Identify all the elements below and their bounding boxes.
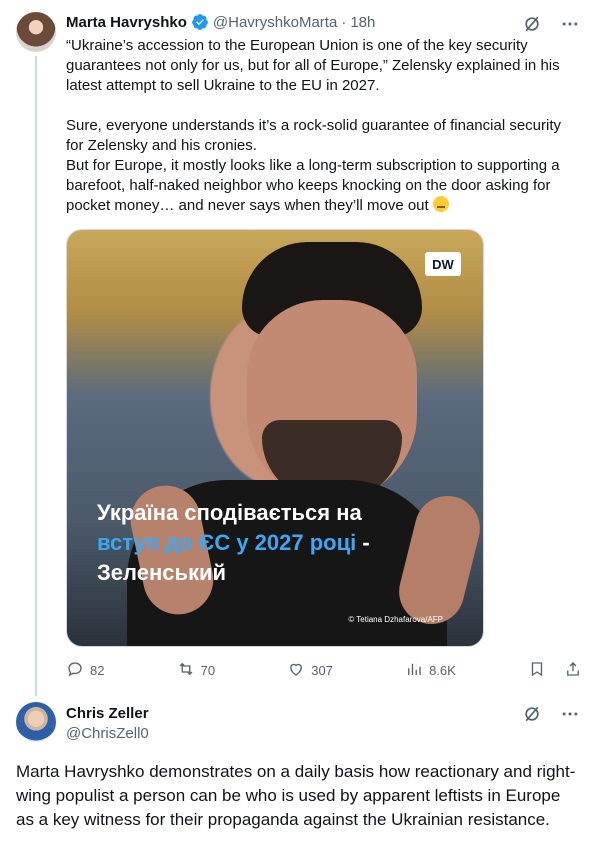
repost-icon xyxy=(177,660,195,681)
separator: · xyxy=(341,13,347,31)
grok-icon[interactable] xyxy=(522,704,542,724)
handle[interactable]: @ChrisZell0 xyxy=(66,724,149,744)
avatar[interactable] xyxy=(16,12,56,52)
timestamp[interactable]: 18h xyxy=(350,14,375,31)
reply-icon xyxy=(66,660,84,681)
tweet-actions-top xyxy=(522,704,580,724)
bookmark-share-group xyxy=(528,660,582,681)
views-icon xyxy=(405,660,423,681)
like-count: 307 xyxy=(311,663,333,678)
repost-count: 70 xyxy=(200,663,216,678)
tweet-actions-top xyxy=(522,14,580,34)
reply-button[interactable]: 82 xyxy=(66,660,104,681)
tweet-media[interactable]: DW Україна сподівається на вступ до ЄС у… xyxy=(66,229,484,647)
tweet-header: Marta Havryshko @HavryshkoMarta · 18h xyxy=(66,13,375,31)
like-button[interactable]: 307 xyxy=(287,660,333,681)
media-headline: Україна сподівається на вступ до ЄС у 20… xyxy=(97,498,467,588)
tweet-text: “Ukraine’s accession to the European Uni… xyxy=(66,36,582,216)
tweet-text: Marta Havryshko demonstrates on a daily … xyxy=(16,762,576,829)
reply-count: 82 xyxy=(90,663,105,678)
photo-credit: © Tetiana Dzhafarova/AFP xyxy=(348,615,443,624)
tweet-body: “Ukraine’s accession to the European Uni… xyxy=(66,37,561,214)
engagement-bar: 82 70 307 8.6K xyxy=(66,660,582,681)
handle[interactable]: @HavryshkoMarta xyxy=(213,14,337,31)
repost-button[interactable]: 70 xyxy=(177,660,215,681)
headline-line-1: Україна сподівається на xyxy=(97,500,362,525)
rolling-eyes-emoji-icon xyxy=(432,196,449,212)
headline-dash: - xyxy=(356,530,370,555)
grok-icon[interactable] xyxy=(522,14,542,34)
verified-icon xyxy=(191,13,209,31)
more-icon[interactable] xyxy=(560,14,580,34)
headline-highlight: вступ до ЄС у 2027 році xyxy=(97,530,357,555)
like-icon xyxy=(287,660,305,681)
more-icon[interactable] xyxy=(560,704,580,724)
headline-line-2: вступ до ЄС у 2027 році - xyxy=(97,528,467,558)
display-name[interactable]: Chris Zeller xyxy=(66,704,149,724)
display-name[interactable]: Marta Havryshko xyxy=(66,14,187,31)
headline-line-3: Зеленський xyxy=(97,560,227,585)
views-count: 8.6K xyxy=(429,663,456,678)
share-icon[interactable] xyxy=(564,660,582,681)
bookmark-icon[interactable] xyxy=(528,660,546,681)
avatar[interactable] xyxy=(16,702,56,742)
dw-logo: DW xyxy=(425,252,461,276)
tweet-header: Chris Zeller @ChrisZell0 xyxy=(66,704,149,744)
views-button[interactable]: 8.6K xyxy=(405,660,456,681)
thread-line xyxy=(35,56,37,696)
